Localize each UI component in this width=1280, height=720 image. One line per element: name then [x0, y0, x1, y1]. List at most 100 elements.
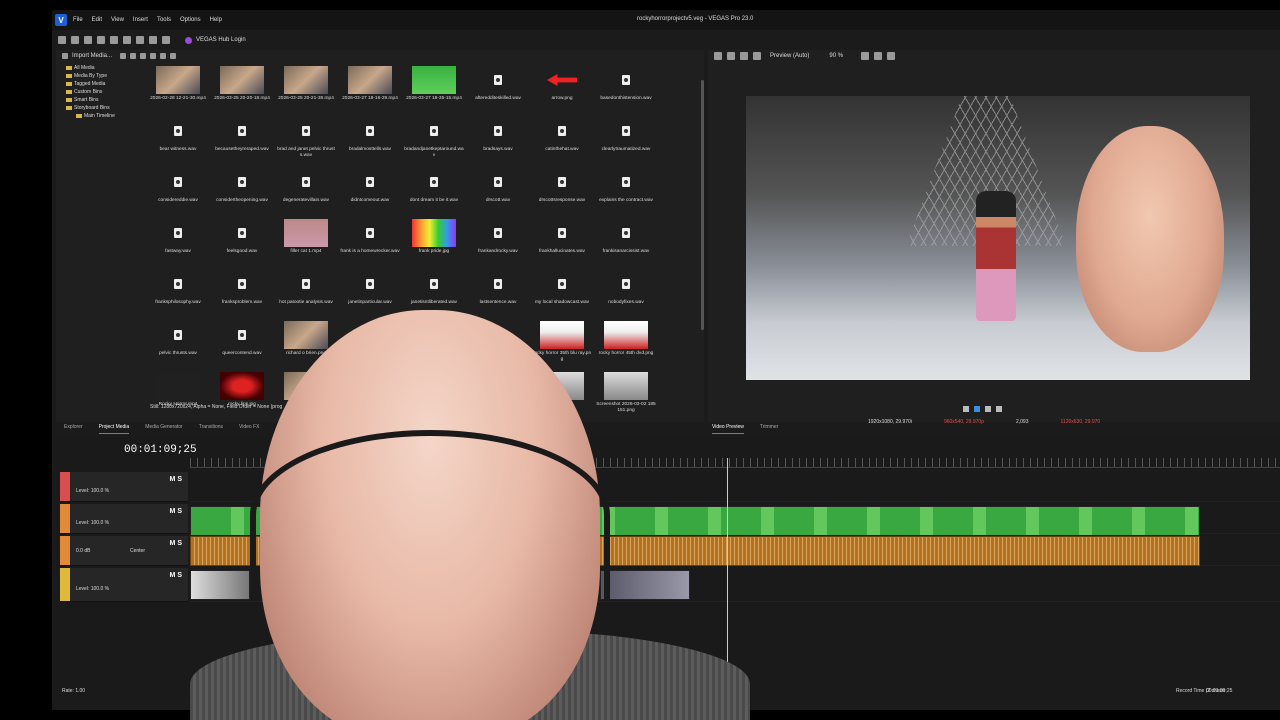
tab-explorer[interactable]: Explorer — [64, 424, 83, 434]
media-tile[interactable]: filler cat 1.mp4 — [276, 219, 336, 267]
media-filename: fastway.wav — [165, 249, 191, 254]
audio-file-icon — [494, 126, 502, 136]
menu-item-insert[interactable]: Insert — [133, 17, 148, 23]
media-tile[interactable]: 2026-02-28 12-21-30.mp4 — [148, 66, 208, 114]
audio-file-icon — [494, 177, 502, 187]
media-filename: bear witness.wav — [159, 147, 197, 152]
views-icon[interactable] — [170, 53, 177, 59]
bin-main-timeline[interactable]: Main Timeline — [62, 112, 144, 120]
media-filename: considertheopening.wav — [216, 198, 268, 203]
track-color-bar — [60, 504, 70, 533]
bin-media-by-type[interactable]: Media By Type — [62, 72, 144, 80]
bin-storyboard-bins[interactable]: Storyboard Bins — [62, 104, 144, 112]
media-tile[interactable]: basedonthistension.wav — [596, 66, 656, 114]
refresh-icon[interactable] — [120, 53, 127, 59]
media-tile[interactable]: 2026-03-27 18-16-29.mp4 — [340, 66, 400, 114]
media-tile[interactable]: feelsgood.wav — [212, 219, 272, 267]
settings-icon[interactable] — [110, 36, 118, 44]
save-icon[interactable] — [84, 36, 92, 44]
media-tile[interactable]: bradsays.wav — [468, 117, 528, 165]
media-tile[interactable]: arrow.png — [532, 66, 592, 114]
external-monitor-icon[interactable] — [753, 52, 761, 60]
new-file-icon[interactable] — [58, 36, 66, 44]
copy-icon[interactable] — [136, 36, 144, 44]
media-tile[interactable]: drscott.wav — [468, 168, 528, 216]
menu-item-view[interactable]: View — [111, 17, 124, 23]
media-tile[interactable]: frank pride.jpg — [404, 219, 464, 267]
audio-file-thumb — [476, 168, 520, 196]
menu-item-tools[interactable]: Tools — [157, 17, 171, 23]
menu-item-options[interactable]: Options — [180, 17, 201, 23]
media-filename: considereddie.wav — [158, 198, 198, 203]
menu-item-file[interactable]: File — [73, 17, 83, 23]
media-tile[interactable]: clearlytraumatized.wav — [596, 117, 656, 165]
media-tile[interactable]: fastway.wav — [148, 219, 208, 267]
audio-file-icon — [622, 126, 630, 136]
audio-file-thumb — [220, 219, 264, 247]
media-tile[interactable]: frankisanarcissist.wav — [596, 219, 656, 267]
media-tile[interactable]: didntcomeout.wav — [340, 168, 400, 216]
split-screen-icon[interactable] — [727, 52, 735, 60]
bin-smart-bins[interactable]: Smart Bins — [62, 96, 144, 104]
copy-snapshot-icon[interactable] — [874, 52, 883, 60]
media-filename: dont dream it be it.wav — [409, 198, 459, 203]
play-media-icon[interactable] — [150, 53, 157, 59]
cut-icon[interactable] — [123, 36, 131, 44]
menu-item-help[interactable]: Help — [210, 17, 222, 23]
media-tile[interactable]: frank is a homewrecker.wav — [340, 219, 400, 267]
media-tile[interactable]: frankhallucinates.wav — [532, 219, 592, 267]
media-tile[interactable]: frankandrocky.wav — [468, 219, 528, 267]
video-fx-icon[interactable] — [740, 52, 748, 60]
save-snapshot-icon[interactable] — [887, 52, 896, 60]
media-tile[interactable]: considereddie.wav — [148, 168, 208, 216]
media-filename: frankhallucinates.wav — [539, 249, 585, 254]
media-tile[interactable]: 2026-03-25 20-20-18.mp4 — [212, 66, 272, 114]
undo-icon[interactable] — [149, 36, 157, 44]
media-filename: bradandjanetkeptaround.wav — [404, 147, 464, 158]
audio-file-thumb — [348, 270, 392, 298]
import-media-button[interactable]: Import Media... — [72, 53, 112, 59]
properties-icon[interactable] — [140, 53, 147, 59]
media-tile[interactable]: considertheopening.wav — [212, 168, 272, 216]
loop-icon[interactable] — [963, 406, 969, 412]
media-tile[interactable]: catinthehat.wav — [532, 117, 592, 165]
overlays-icon[interactable] — [861, 52, 870, 60]
performer-figure — [976, 191, 1016, 321]
media-tile[interactable]: bradandjanetkeptaround.wav — [404, 117, 464, 165]
tab-project-media[interactable]: Project Media — [98, 424, 130, 434]
media-scrollbar[interactable] — [701, 80, 704, 330]
media-tile[interactable]: 2026-03-27 18-35-15.mp4 — [404, 66, 464, 114]
media-tile[interactable]: bear witness.wav — [148, 117, 208, 165]
pause-icon[interactable] — [985, 406, 991, 412]
bin-custom-bins[interactable]: Custom Bins — [62, 88, 144, 96]
media-tile[interactable]: bradalmosttells.wav — [340, 117, 400, 165]
zoom-dropdown[interactable]: 90 % — [829, 53, 843, 59]
import-media-icon[interactable] — [62, 53, 68, 59]
stop-media-icon[interactable] — [160, 53, 167, 59]
audio-file-thumb — [348, 219, 392, 247]
media-tile[interactable]: dont dream it be it.wav — [404, 168, 464, 216]
stop-icon[interactable] — [996, 406, 1002, 412]
media-tile[interactable]: becausetheyreraped.wav — [212, 117, 272, 165]
delete-icon[interactable] — [130, 53, 137, 59]
render-icon[interactable] — [97, 36, 105, 44]
preview-quality-dropdown[interactable]: Preview (Auto) — [770, 53, 809, 59]
open-file-icon[interactable] — [71, 36, 79, 44]
preview-video-frame — [746, 96, 1250, 380]
audio-file-thumb — [412, 117, 456, 145]
media-tile[interactable]: 2026-03-25 20-21-38.mp4 — [276, 66, 336, 114]
media-tile[interactable]: explains the contract.wav — [596, 168, 656, 216]
media-tile[interactable]: brad and janet pelvic thrusts.wav — [276, 117, 336, 165]
redo-icon[interactable] — [162, 36, 170, 44]
media-thumbnail — [220, 66, 264, 94]
media-tile[interactable]: degeneratevillain.wav — [276, 168, 336, 216]
hub-login-button[interactable]: VEGAS Hub Login — [185, 36, 246, 44]
preview-settings-icon[interactable] — [714, 52, 722, 60]
media-tile[interactable]: drscottsresponse.wav — [532, 168, 592, 216]
play-icon[interactable] — [974, 406, 980, 412]
media-tile[interactable]: afteredditeskilled.wav — [468, 66, 528, 114]
menu-item-edit[interactable]: Edit — [92, 17, 102, 23]
bin-all-media[interactable]: All Media — [62, 64, 144, 72]
audio-file-icon — [302, 279, 310, 289]
bin-tagged-media[interactable]: Tagged Media — [62, 80, 144, 88]
